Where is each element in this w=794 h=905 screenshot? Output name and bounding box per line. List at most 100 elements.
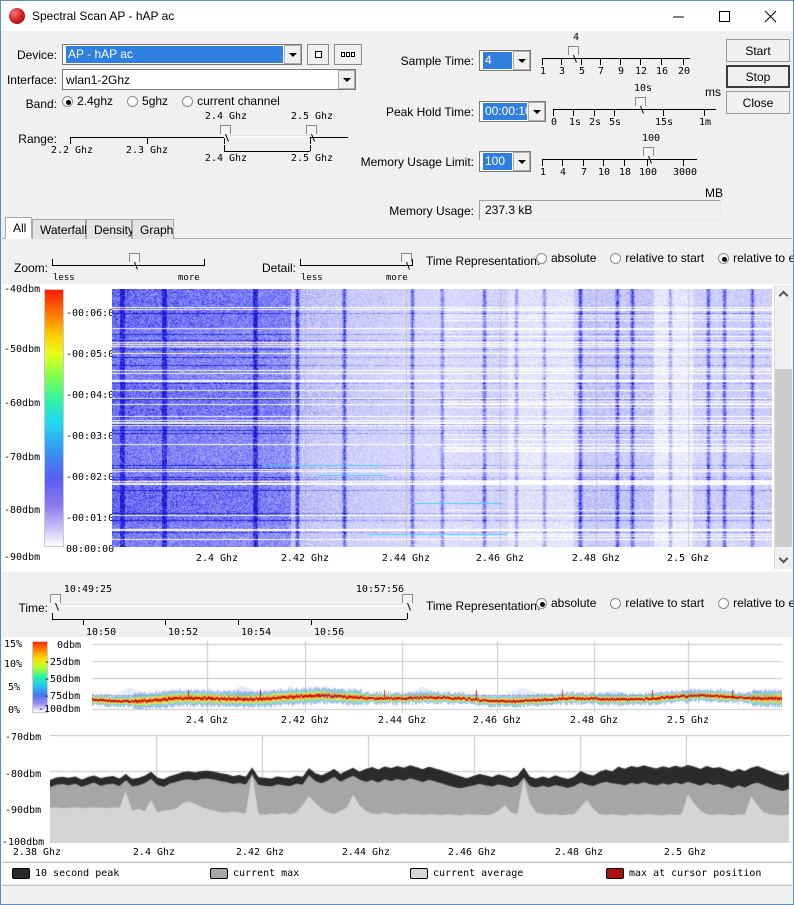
- waterfall-scrollbar[interactable]: [774, 285, 792, 569]
- graph-freq-tick: 2.48 Ghz: [554, 847, 604, 858]
- close-button[interactable]: Close: [726, 91, 790, 114]
- tab-strip: All Waterfall Density Graph: [2, 217, 792, 239]
- range-label: Range:: [18, 132, 57, 146]
- time-rep-label: relative to start: [625, 251, 705, 265]
- detail-min-label: less: [301, 273, 323, 283]
- density-chart[interactable]: 15% 10% 5% 0% 0dbm -25dbm -50dbm -75dbm …: [2, 637, 792, 729]
- density-pct-tick: 10%: [4, 659, 23, 670]
- radio-dot-icon: [182, 95, 194, 107]
- graph-dbm-tick: -70dbm: [5, 732, 42, 743]
- square-icon: [314, 51, 322, 58]
- time-rep-relative-to-start-bottom[interactable]: relative to start: [610, 596, 704, 610]
- peak-hold-tick: 0: [550, 117, 558, 128]
- colorbar-tick: -90dbm: [4, 552, 41, 563]
- graph-dbm-tick: -90dbm: [5, 805, 42, 816]
- band-option-current-channel[interactable]: current channel: [182, 94, 280, 108]
- peak-hold-select[interactable]: 00:00:10: [479, 101, 546, 122]
- time-slider-thumb-start[interactable]: [50, 594, 61, 603]
- memory-limit-select[interactable]: 100: [479, 151, 531, 172]
- waterfall-freq-tick: 2.46 Ghz: [475, 553, 525, 564]
- peak-hold-tick: 2s: [588, 117, 602, 128]
- close-icon[interactable]: [747, 1, 793, 31]
- peak-hold-label: Peak Hold Time:: [385, 105, 474, 119]
- density-freq-tick: 2.48 Ghz: [569, 715, 619, 726]
- band-option-5ghz[interactable]: 5ghz: [127, 94, 168, 108]
- graph-freq-tick: 2.38 Ghz: [12, 847, 62, 858]
- single-panel-button[interactable]: [307, 44, 329, 65]
- status-bar: [2, 885, 792, 904]
- sample-time-thumb-value: 4: [572, 32, 580, 43]
- detail-label: Detail:: [261, 261, 296, 275]
- time-rep-relative-to-end-bottom[interactable]: relative to end: [718, 596, 793, 610]
- maximize-icon[interactable]: [701, 1, 747, 31]
- chevron-down-icon[interactable]: [338, 70, 355, 89]
- memory-limit-unit: MB: [705, 186, 723, 200]
- memory-limit-slider-thumb[interactable]: [643, 147, 654, 156]
- title-bar: Spectral Scan AP - hAP ac: [1, 1, 793, 31]
- waterfall-freq-tick: 2.4 Ghz: [195, 553, 239, 564]
- graph-chart[interactable]: -70dbm -80dbm -90dbm -100dbm 2.38 Ghz 2.…: [2, 729, 792, 861]
- time-rep-label: relative to end: [733, 596, 793, 610]
- zoom-slider-thumb[interactable]: [129, 253, 140, 262]
- waterfall-freq-tick: 2.44 Ghz: [381, 553, 431, 564]
- radio-dot-icon: [610, 597, 622, 609]
- waterfall-canvas[interactable]: [112, 289, 772, 547]
- band-option-label: current channel: [197, 94, 280, 108]
- colorbar-tick: -60dbm: [4, 398, 41, 409]
- band-radio-group: 2.4ghz 5ghz current channel: [62, 94, 294, 108]
- start-button[interactable]: Start: [726, 39, 790, 62]
- time-end-value: 10:57:56: [355, 584, 405, 595]
- sample-time-slider-thumb[interactable]: [568, 46, 579, 55]
- time-rep-relative-to-start[interactable]: relative to start: [610, 251, 704, 265]
- tab-waterfall[interactable]: Waterfall: [32, 219, 87, 239]
- app-icon: [9, 8, 25, 24]
- density-freq-tick: 2.46 Ghz: [472, 715, 522, 726]
- sample-time-unit: ms: [705, 85, 721, 99]
- device-select[interactable]: AP - hAP ac: [62, 44, 302, 65]
- legend-swatch-icon: [606, 868, 624, 879]
- minimize-icon[interactable]: [655, 1, 701, 31]
- tab-density[interactable]: Density: [86, 219, 134, 239]
- sample-time-tick: 12: [634, 66, 648, 77]
- colorbar-tick: -80dbm: [4, 505, 41, 516]
- waterfall-chart[interactable]: -40dbm -50dbm -60dbm -70dbm -80dbm -90db…: [2, 284, 792, 572]
- time-slider-thumb-end[interactable]: [402, 594, 413, 603]
- chevron-down-icon[interactable]: [513, 51, 530, 70]
- radio-dot-icon: [610, 252, 622, 264]
- density-canvas[interactable]: [92, 641, 782, 713]
- time-controls-row: Time: 10:50 10:52 10:54 10:56 10:49:25 1…: [2, 572, 793, 638]
- interface-select[interactable]: wlan1-2Ghz: [62, 69, 356, 90]
- time-rep-relative-to-end[interactable]: relative to end: [718, 251, 793, 265]
- graph-canvas[interactable]: [50, 735, 790, 843]
- band-option-24ghz[interactable]: 2.4ghz: [62, 94, 113, 108]
- tab-all[interactable]: All: [5, 217, 32, 239]
- scrollbar-thumb[interactable]: [775, 369, 792, 547]
- graph-legend: 10 second peak current max current avera…: [2, 862, 792, 884]
- memory-limit-label: Memory Usage Limit:: [360, 155, 474, 169]
- settings-panel: Device: AP - hAP ac Interface: wlan1-2Gh…: [2, 31, 792, 220]
- chevron-down-icon[interactable]: [513, 152, 530, 171]
- time-start-value: 10:49:25: [63, 584, 113, 595]
- chevron-down-icon[interactable]: [528, 102, 545, 121]
- window-buttons: [655, 1, 793, 31]
- sample-time-tick: 7: [597, 66, 605, 77]
- time-rep-absolute-bottom[interactable]: absolute: [536, 596, 596, 610]
- legend-label: 10 second peak: [35, 868, 120, 879]
- range-slider-thumb-low[interactable]: [220, 125, 231, 134]
- range-slider-thumb-high[interactable]: [306, 125, 317, 134]
- band-option-label: 2.4ghz: [77, 94, 114, 108]
- sample-time-select[interactable]: 4: [479, 50, 531, 71]
- time-rep-absolute[interactable]: absolute: [536, 251, 596, 265]
- peak-hold-thumb-value: 10s: [633, 83, 653, 94]
- chevron-down-icon[interactable]: [284, 45, 301, 64]
- peak-hold-slider-thumb[interactable]: [635, 97, 646, 106]
- tab-graph[interactable]: Graph: [132, 219, 174, 239]
- detail-slider-thumb[interactable]: [401, 253, 412, 262]
- peak-hold-value: 00:00:10: [483, 103, 527, 120]
- peak-hold-tick: 1m: [698, 117, 712, 128]
- multi-panel-button[interactable]: [334, 44, 362, 65]
- scroll-up-icon[interactable]: [775, 285, 792, 302]
- memory-limit-tick: 1: [539, 167, 547, 178]
- stop-button[interactable]: Stop: [726, 65, 790, 88]
- scroll-down-icon[interactable]: [775, 551, 792, 568]
